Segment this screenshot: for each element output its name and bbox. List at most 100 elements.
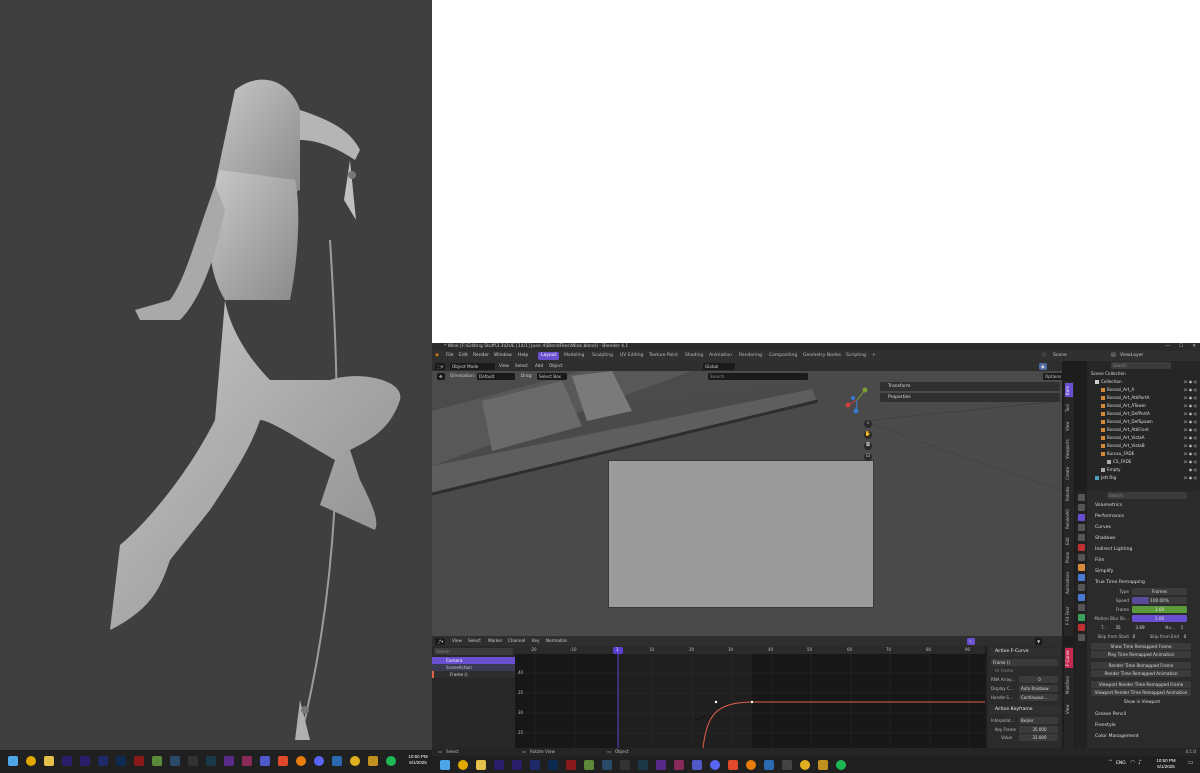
visibility-icon[interactable]: ◉ ◎ xyxy=(1189,466,1197,474)
outliner-row[interactable]: Jett Rig ☑ ◉ ◎ xyxy=(1087,474,1200,482)
graph-area[interactable]: -20 -10 1 10 20 30 40 50 60 70 80 90 40 … xyxy=(515,646,985,748)
workspace-tab-texture-paint[interactable]: Texture Paint xyxy=(646,352,681,360)
menu-add[interactable]: Add xyxy=(535,361,543,371)
graph-filter-icon[interactable]: ▼ xyxy=(1035,637,1043,645)
photoshop-icon[interactable] xyxy=(116,756,126,766)
graph-menu-key[interactable]: Key xyxy=(532,636,540,646)
npanel-tab-animations[interactable]: Animations xyxy=(1065,569,1073,597)
workspace-tab-uv-editing[interactable]: UV Editing xyxy=(617,352,646,360)
outliner-row[interactable]: Empty ◉ ◎ xyxy=(1087,466,1200,474)
active-fcurve-header[interactable]: Active F-Curve xyxy=(989,648,1060,656)
outliner-row[interactable]: Bonsai_Art_ATower ☑ ◉ ◎ xyxy=(1087,402,1200,410)
speed-field[interactable]: 100.00% xyxy=(1132,597,1187,604)
file-explorer-icon[interactable] xyxy=(44,756,54,766)
editor-type-button[interactable]: ⬚▾ xyxy=(435,362,446,370)
panel-freestyle[interactable]: Freestyle xyxy=(1087,721,1200,731)
media-encoder-icon[interactable] xyxy=(530,759,540,770)
media-encoder-icon[interactable] xyxy=(98,756,108,766)
channel-row-camera[interactable]: Camera xyxy=(432,657,515,664)
view-layer-tab-icon[interactable] xyxy=(1078,524,1085,531)
visibility-icon[interactable]: ☑ ◉ ◎ xyxy=(1184,434,1197,442)
maximize-icon[interactable]: ☐ xyxy=(1179,343,1183,351)
language-indicator[interactable]: ENG xyxy=(1116,761,1126,766)
material-tab-icon[interactable] xyxy=(1078,624,1085,631)
collection-tab-icon[interactable] xyxy=(1078,554,1085,561)
app-gold-icon[interactable] xyxy=(368,756,378,766)
graph-tab-modifiers[interactable]: Modifiers xyxy=(1065,672,1073,698)
teams-icon[interactable] xyxy=(260,756,270,766)
workspace-tab-shading[interactable]: Shading xyxy=(682,352,706,360)
visibility-icon[interactable]: ☑ ◉ ◎ xyxy=(1184,450,1197,458)
notification-icon[interactable]: ▭ xyxy=(1188,759,1194,766)
app-red-icon[interactable] xyxy=(134,756,144,766)
minimize-icon[interactable]: — xyxy=(1166,343,1171,351)
physics-tab-icon[interactable] xyxy=(1078,594,1085,601)
viewport-render-remapped-frame-button[interactable]: Viewport Render Time Remapped Frame xyxy=(1091,681,1191,688)
visibility-icon[interactable]: ☑ ◉ ◎ xyxy=(1184,418,1197,426)
npanel-tab-create[interactable]: Create xyxy=(1065,465,1073,481)
outliner-row[interactable]: Bonsai_Art_AtkPortA ☑ ◉ ◎ xyxy=(1087,394,1200,402)
chrome-icon[interactable] xyxy=(26,756,36,766)
frame-field[interactable]: 3.69 xyxy=(1132,606,1187,613)
tool-tab-icon[interactable] xyxy=(1078,494,1085,501)
app-dark-icon[interactable] xyxy=(188,756,198,766)
lock-icon[interactable]: ⊡ xyxy=(864,453,872,461)
spotify-icon[interactable] xyxy=(386,756,396,766)
skip-end-value[interactable]: 0 xyxy=(1181,633,1189,640)
menu-view[interactable]: View xyxy=(499,361,509,371)
app-yellow-icon[interactable] xyxy=(350,756,360,766)
graph-editor-type-button[interactable]: ⤴▾ xyxy=(435,637,446,645)
workspace-tab-geometry-nodes[interactable]: Geometry Nodes xyxy=(800,352,844,360)
npanel-tab-edit[interactable]: Edit xyxy=(1065,535,1073,547)
scene-name[interactable]: Scene xyxy=(1053,351,1067,361)
after-effects-icon[interactable] xyxy=(62,756,72,766)
rna-array-value[interactable]: 0 xyxy=(1019,676,1058,683)
workspace-tab-compositing[interactable]: Compositing xyxy=(766,352,800,360)
visibility-icon[interactable]: ☑ ◉ ◎ xyxy=(1184,410,1197,418)
outliner-row[interactable]: CS_FADE ☑ ◉ ◎ xyxy=(1087,458,1200,466)
view-layer-name[interactable]: ViewLayer xyxy=(1120,351,1143,361)
menu-file[interactable]: File xyxy=(446,351,454,361)
t-value[interactable]: 35 xyxy=(1108,624,1128,631)
npanel-tab-item[interactable]: Item xyxy=(1065,383,1073,397)
outliner-row[interactable]: Bonsai_Art_DefSpawn ☑ ◉ ◎ xyxy=(1087,418,1200,426)
panel-curves[interactable]: Curves xyxy=(1087,523,1200,533)
visibility-icon[interactable]: ☑ ◉ ◎ xyxy=(1184,458,1197,466)
minecraft-icon[interactable] xyxy=(152,756,162,766)
right-clock[interactable]: 10:50 PM 6/1/2025 xyxy=(1148,758,1184,770)
tray-chevron-icon[interactable]: ⌃ xyxy=(1108,759,1113,766)
visibility-icon[interactable]: ☑ ◉ ◎ xyxy=(1184,474,1197,482)
zoom-icon[interactable]: ⌕ xyxy=(864,420,872,428)
key-frame-value[interactable]: 35.000 xyxy=(1019,726,1058,733)
play-time-remapped-animation-button[interactable]: Play Time Remapped Animation xyxy=(1091,651,1191,658)
panel-film[interactable]: Film xyxy=(1087,556,1200,566)
wifi-icon[interactable]: ◠ xyxy=(1130,759,1135,766)
app-blue-icon[interactable] xyxy=(764,759,774,770)
particles-tab-icon[interactable] xyxy=(1078,584,1085,591)
panel-performance[interactable]: Performance xyxy=(1087,512,1200,522)
visibility-icon[interactable]: ☑ ◉ ◎ xyxy=(1184,402,1197,410)
constraints-tab-icon[interactable] xyxy=(1078,604,1085,611)
premiere-icon[interactable] xyxy=(512,759,522,770)
npanel-tab-view[interactable]: View xyxy=(1065,419,1073,433)
data-tab-icon[interactable] xyxy=(1078,614,1085,621)
npanel-tab-viewports[interactable]: Viewports xyxy=(1065,437,1073,461)
t-value2[interactable]: 3.69 xyxy=(1130,624,1150,631)
display-color-select[interactable]: Auto Rainbow xyxy=(1019,685,1058,692)
workspace-tab-sculpting[interactable]: Sculpting xyxy=(589,352,616,360)
panel-indirect-lighting[interactable]: Indirect Lighting xyxy=(1087,545,1200,555)
volume-icon[interactable]: ♪ xyxy=(1138,759,1142,766)
properties-search[interactable]: Search xyxy=(1107,492,1187,499)
drag-select[interactable]: Select Box xyxy=(537,372,567,380)
type-select[interactable]: Frames xyxy=(1132,588,1187,595)
camera-view-icon[interactable]: ◘ xyxy=(864,442,872,450)
blender-logo-icon[interactable]: ◉ xyxy=(435,351,439,361)
blender-taskbar-icon[interactable] xyxy=(746,759,756,770)
normalize-toggle[interactable]: Normalize xyxy=(546,636,567,646)
pan-hand-icon[interactable]: ✋ xyxy=(864,431,872,439)
render-tab-icon[interactable] xyxy=(1078,504,1085,511)
workspace-tab-rendering[interactable]: Rendering xyxy=(736,352,765,360)
app-gray-icon[interactable] xyxy=(782,759,792,770)
teams-icon[interactable] xyxy=(692,759,702,770)
panel-color-management[interactable]: Color Management xyxy=(1087,732,1200,742)
